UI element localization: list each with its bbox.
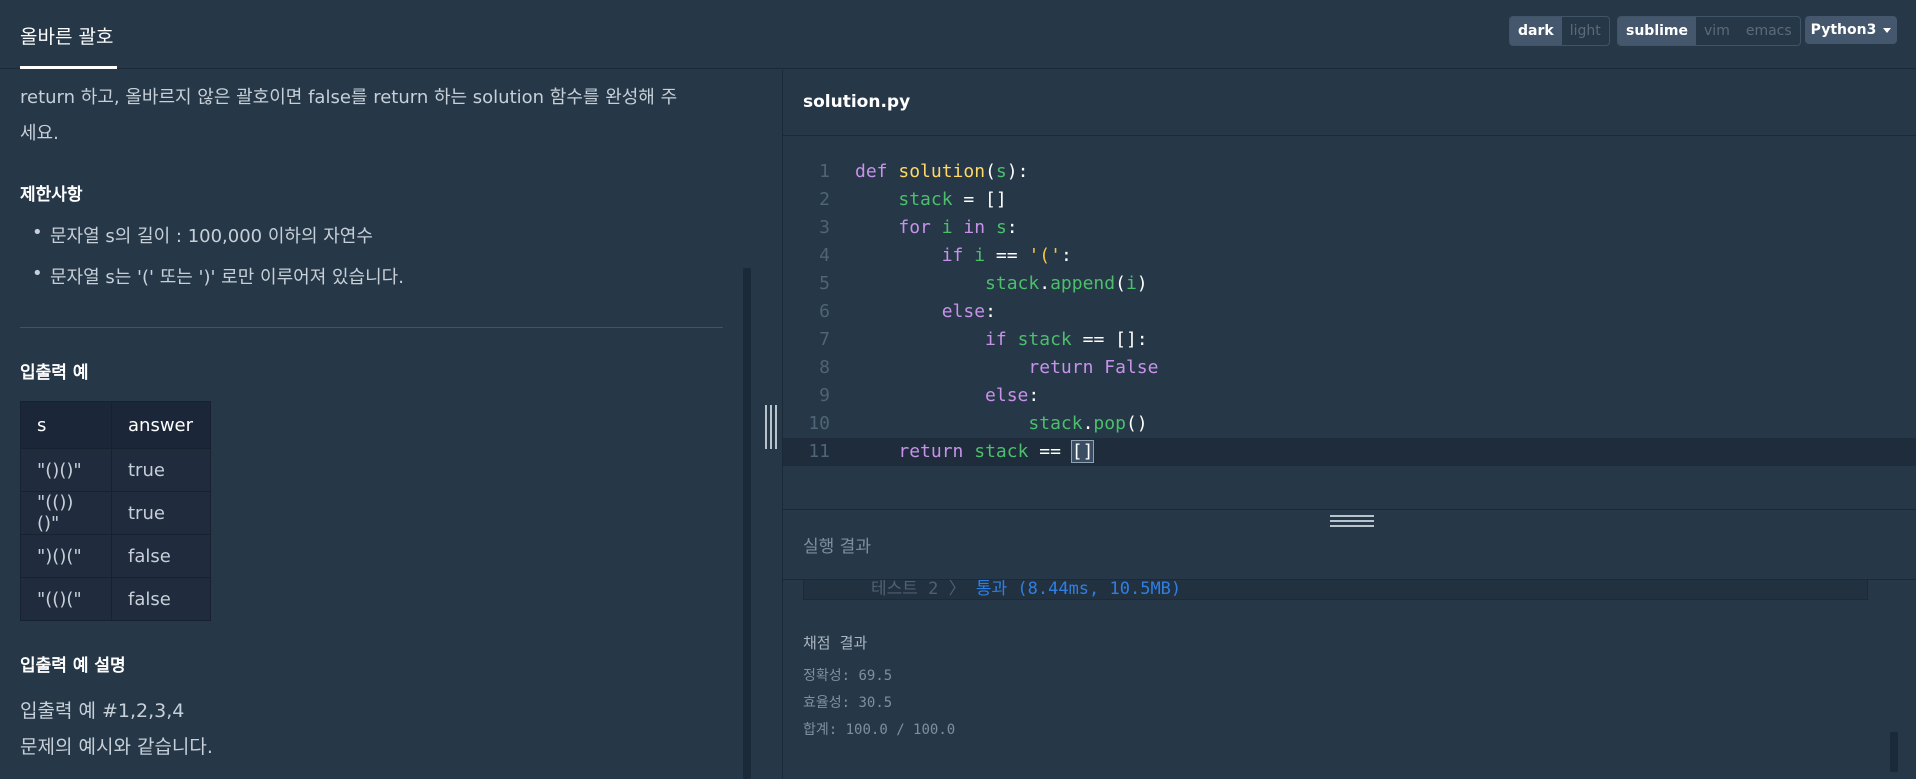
table-cell: ")()(": [20, 534, 112, 578]
result-output[interactable]: 테스트 2 〉 통과 (8.44ms, 10.5MB) 채점 결과 정확성: 6…: [783, 580, 1916, 779]
code-line[interactable]: 2 stack = []: [783, 186, 1916, 214]
line-number: 10: [808, 413, 830, 434]
result-title: 실행 결과: [803, 537, 871, 557]
result-scrollbar[interactable]: [1890, 732, 1898, 772]
table-row: ")()(" false: [20, 534, 211, 578]
language-label: Python3: [1810, 22, 1877, 38]
table-header-cell: s: [20, 401, 112, 449]
line-number: 7: [819, 329, 830, 350]
test-case-line: 테스트 2 〉 통과 (8.44ms, 10.5MB): [871, 580, 1181, 599]
examples-table: s answer "()()" true "(())()" true ")()(…: [20, 401, 211, 621]
explanation-text: 문제의 예시와 같습니다.: [20, 736, 213, 758]
table-cell: "(()(": [20, 577, 112, 621]
problem-panel[interactable]: return 하고, 올바르지 않은 괄호이면 false를 return 하는…: [0, 70, 782, 779]
test-label: 테스트 2 〉: [871, 580, 966, 599]
table-cell: "()()": [20, 448, 112, 492]
efficiency-score: 효율성: 30.5: [803, 695, 893, 711]
table-cell: "(())()": [20, 491, 112, 535]
keymap-toggle: sublime vim emacs: [1617, 16, 1801, 46]
code-line[interactable]: 10 stack.pop(): [783, 410, 1916, 438]
line-number: 1: [819, 161, 830, 182]
section-divider: [20, 327, 723, 328]
line-number: 8: [819, 357, 830, 378]
code-line-current[interactable]: 11 return stack == []: [783, 438, 1916, 466]
keymap-sublime-button[interactable]: sublime: [1618, 17, 1697, 45]
keymap-emacs-button[interactable]: emacs: [1738, 17, 1800, 45]
explanation-heading: 입출력 예 설명: [20, 656, 126, 676]
code-line[interactable]: 4 if i == '(':: [783, 242, 1916, 270]
code-editor[interactable]: 1 def solution(s): 2 stack = [] 3 for i i…: [783, 137, 1916, 509]
line-number: 3: [819, 217, 830, 238]
keymap-vim-button[interactable]: vim: [1696, 17, 1738, 45]
result-header: 실행 결과: [783, 510, 1916, 580]
code-line[interactable]: 1 def solution(s):: [783, 158, 1916, 186]
line-number: 11: [808, 441, 830, 462]
resize-handle-vertical[interactable]: [765, 405, 777, 449]
total-score: 합계: 100.0 / 100.0: [803, 722, 956, 738]
table-header-cell: answer: [111, 401, 211, 449]
file-tab-bar: solution.py: [783, 70, 1916, 136]
code-line[interactable]: 5 stack.append(i): [783, 270, 1916, 298]
test-result: 통과 (8.44ms, 10.5MB): [975, 580, 1182, 599]
table-cell: false: [111, 577, 211, 621]
description-line: return 하고, 올바르지 않은 괄호이면 false를 return 하는…: [20, 87, 678, 108]
code-line[interactable]: 9 else:: [783, 382, 1916, 410]
code-line[interactable]: 7 if stack == []:: [783, 326, 1916, 354]
theme-toggle: dark light: [1509, 16, 1610, 46]
grading-title: 채점 결과: [803, 634, 868, 652]
line-number: 4: [819, 245, 830, 266]
table-header-row: s answer: [20, 401, 211, 449]
examples-heading: 입출력 예: [20, 363, 89, 383]
theme-dark-button[interactable]: dark: [1510, 17, 1562, 45]
code-line[interactable]: 6 else:: [783, 298, 1916, 326]
description-line: 세요.: [20, 123, 59, 144]
table-row: "()()" true: [20, 448, 211, 492]
title-underline: [20, 66, 117, 69]
code-line[interactable]: 3 for i in s:: [783, 214, 1916, 242]
problem-scrollbar[interactable]: [743, 268, 751, 779]
constraint-item: 문자열 s는 '(' 또는 ')' 로만 이루어져 있습니다.: [32, 263, 404, 289]
problem-title: 올바른 괄호: [20, 26, 114, 48]
line-number: 6: [819, 301, 830, 322]
line-number: 5: [819, 273, 830, 294]
file-tab[interactable]: solution.py: [803, 92, 910, 112]
theme-light-button[interactable]: light: [1562, 17, 1609, 45]
code-line[interactable]: 8 return False: [783, 354, 1916, 382]
table-cell: true: [111, 448, 211, 492]
table-cell: false: [111, 534, 211, 578]
top-bar: 올바른 괄호 dark light sublime vim emacs Pyth…: [0, 0, 1916, 69]
constraints-heading: 제한사항: [20, 185, 83, 205]
line-number: 9: [819, 385, 830, 406]
problem-description: return 하고, 올바르지 않은 괄호이면 false를 return 하는…: [20, 80, 730, 152]
explanation-text: 입출력 예 #1,2,3,4: [20, 700, 185, 722]
table-row: "(()(" false: [20, 577, 211, 621]
language-select[interactable]: Python3: [1805, 16, 1897, 44]
accuracy-score: 정확성: 69.5: [803, 668, 893, 684]
table-row: "(())()" true: [20, 491, 211, 535]
table-cell: true: [111, 491, 211, 535]
constraint-item: 문자열 s의 길이 : 100,000 이하의 자연수: [32, 222, 373, 248]
line-number: 2: [819, 189, 830, 210]
caret-down-icon: [1883, 27, 1892, 33]
